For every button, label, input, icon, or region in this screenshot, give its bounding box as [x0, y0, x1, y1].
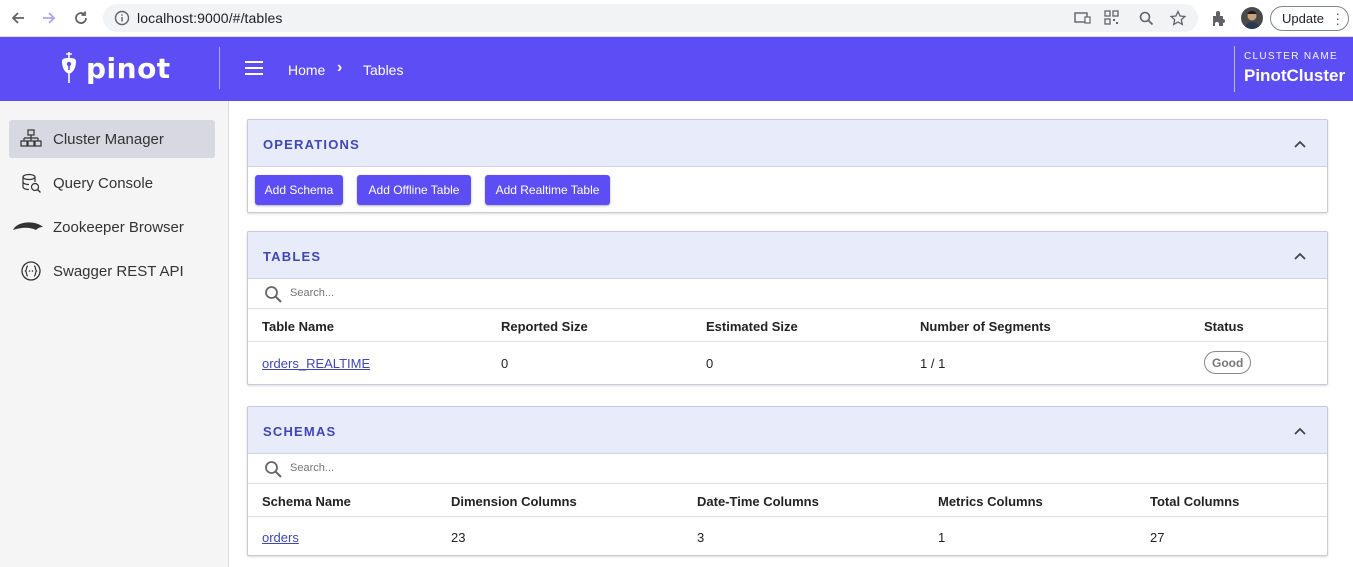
table-row: orders 23 3 1 27	[248, 517, 1327, 555]
sidebar-item-label: Zookeeper Browser	[53, 218, 184, 236]
avatar-icon	[1244, 11, 1260, 29]
tables-header[interactable]: TABLES	[248, 232, 1327, 279]
add-offline-table-button[interactable]: Add Offline Table	[357, 175, 471, 205]
extensions-icon[interactable]	[1210, 9, 1228, 27]
tables-table-header: Table Name Reported Size Estimated Size …	[248, 309, 1327, 342]
reported-size-cell: 0	[501, 356, 509, 371]
schemas-title: SCHEMAS	[263, 424, 337, 439]
reload-icon	[75, 11, 87, 24]
tables-panel: TABLES Table Name Reported Size Estimate…	[247, 231, 1328, 385]
table-row: orders_REALTIME 0 0 1 / 1 Good	[248, 342, 1327, 384]
status-badge: Good	[1204, 351, 1252, 374]
sidebar-item-query-console[interactable]: Query Console	[9, 164, 215, 202]
cluster-name-value: PinotCluster	[1244, 66, 1346, 85]
sidebar-item-label: Query Console	[53, 174, 154, 192]
update-label: Update	[1282, 11, 1324, 26]
info-icon[interactable]	[114, 10, 130, 26]
column-header[interactable]: Date-Time Columns	[697, 494, 819, 509]
browser-toolbar: localhost:9000/#/tables Update · · ·	[0, 0, 1353, 37]
schemas-search-input[interactable]	[290, 462, 590, 474]
column-header[interactable]: Dimension Columns	[451, 494, 577, 509]
total-columns-cell: 27	[1150, 530, 1165, 545]
sidebar-item-cluster-manager[interactable]: Cluster Manager	[9, 120, 215, 158]
schemas-search	[248, 454, 1327, 484]
breadcrumb-current: Tables	[363, 62, 404, 78]
pinot-logo[interactable]: pinot	[58, 51, 171, 85]
column-header[interactable]: Reported Size	[501, 319, 588, 334]
address-bar[interactable]: localhost:9000/#/tables	[103, 4, 1198, 32]
app-header: pinot Home › Tables CLUSTER NAME PinotCl…	[0, 37, 1353, 101]
schemas-table-header: Schema Name Dimension Columns Date-Time …	[248, 484, 1327, 517]
column-header[interactable]: Table Name	[262, 319, 334, 334]
sidebar-item-zookeeper-browser[interactable]: Zookeeper Browser	[9, 208, 215, 246]
schemas-panel: SCHEMAS Schema Name Dimension Columns Da…	[247, 406, 1328, 556]
arrow-left-icon	[11, 12, 24, 24]
cast-icon[interactable]	[1073, 10, 1091, 26]
swagger-icon	[18, 259, 44, 283]
forward-button[interactable]	[38, 7, 60, 29]
sidebar-item-label: Cluster Manager	[53, 130, 164, 148]
back-button[interactable]	[7, 7, 29, 29]
operations-header[interactable]: OPERATIONS	[248, 120, 1327, 167]
update-button[interactable]: Update · · ·	[1270, 6, 1349, 31]
chevron-up-icon[interactable]	[1293, 137, 1307, 151]
operations-panel: OPERATIONS Add Schema Add Offline Table …	[247, 119, 1328, 213]
cluster-icon	[18, 127, 44, 151]
column-header[interactable]: Schema Name	[262, 494, 351, 509]
chevron-right-icon: ›	[337, 59, 343, 76]
tables-search-input[interactable]	[290, 287, 590, 299]
reload-button[interactable]	[70, 7, 92, 29]
zookeeper-icon	[13, 215, 44, 239]
header-divider	[219, 47, 220, 89]
menu-icon[interactable]	[245, 61, 263, 75]
sidebar: Cluster Manager Query Console Zookeeper …	[0, 101, 229, 567]
operations-title: OPERATIONS	[263, 137, 360, 152]
segments-cell: 1 / 1	[920, 356, 946, 371]
schemas-header[interactable]: SCHEMAS	[248, 407, 1327, 454]
qr-code-icon[interactable]	[1103, 10, 1121, 26]
dimension-columns-cell: 23	[451, 530, 466, 545]
sidebar-item-label: Swagger REST API	[53, 262, 184, 280]
main-content: OPERATIONS Add Schema Add Offline Table …	[230, 101, 1353, 567]
arrow-right-icon	[43, 12, 56, 24]
breadcrumb-home[interactable]: Home	[288, 62, 325, 78]
cluster-info: CLUSTER NAME PinotCluster	[1234, 46, 1345, 92]
more-menu-icon[interactable]: · · ·	[1335, 6, 1340, 30]
datetime-columns-cell: 3	[697, 530, 705, 545]
column-header[interactable]: Estimated Size	[706, 319, 798, 334]
table-name-link[interactable]: orders_REALTIME	[262, 356, 370, 371]
column-header[interactable]: Number of Segments	[920, 319, 1051, 334]
logo-text: pinot	[86, 51, 171, 85]
column-header[interactable]: Metrics Columns	[938, 494, 1043, 509]
profile-avatar[interactable]	[1241, 7, 1263, 29]
zoom-icon[interactable]	[1138, 10, 1156, 26]
chevron-up-icon[interactable]	[1293, 424, 1307, 438]
schema-name-link[interactable]: orders	[262, 530, 299, 545]
search-icon	[265, 461, 282, 478]
add-schema-button[interactable]: Add Schema	[255, 175, 343, 205]
tables-search	[248, 279, 1327, 309]
operations-body: Add Schema Add Offline Table Add Realtim…	[248, 167, 1327, 212]
pinot-logo-icon	[62, 52, 76, 83]
tables-title: TABLES	[263, 249, 322, 264]
estimated-size-cell: 0	[706, 356, 714, 371]
sidebar-item-swagger-rest-api[interactable]: Swagger REST API	[9, 252, 215, 290]
database-icon	[18, 171, 44, 195]
column-header[interactable]: Total Columns	[1150, 494, 1239, 509]
add-realtime-table-button[interactable]: Add Realtime Table	[485, 175, 610, 205]
search-icon	[265, 286, 282, 303]
chevron-up-icon[interactable]	[1293, 249, 1307, 263]
url-text: localhost:9000/#/tables	[137, 10, 283, 26]
star-icon[interactable]	[1169, 10, 1187, 26]
column-header[interactable]: Status	[1204, 319, 1244, 334]
cluster-name-label: CLUSTER NAME	[1244, 51, 1338, 62]
metrics-columns-cell: 1	[938, 530, 946, 545]
